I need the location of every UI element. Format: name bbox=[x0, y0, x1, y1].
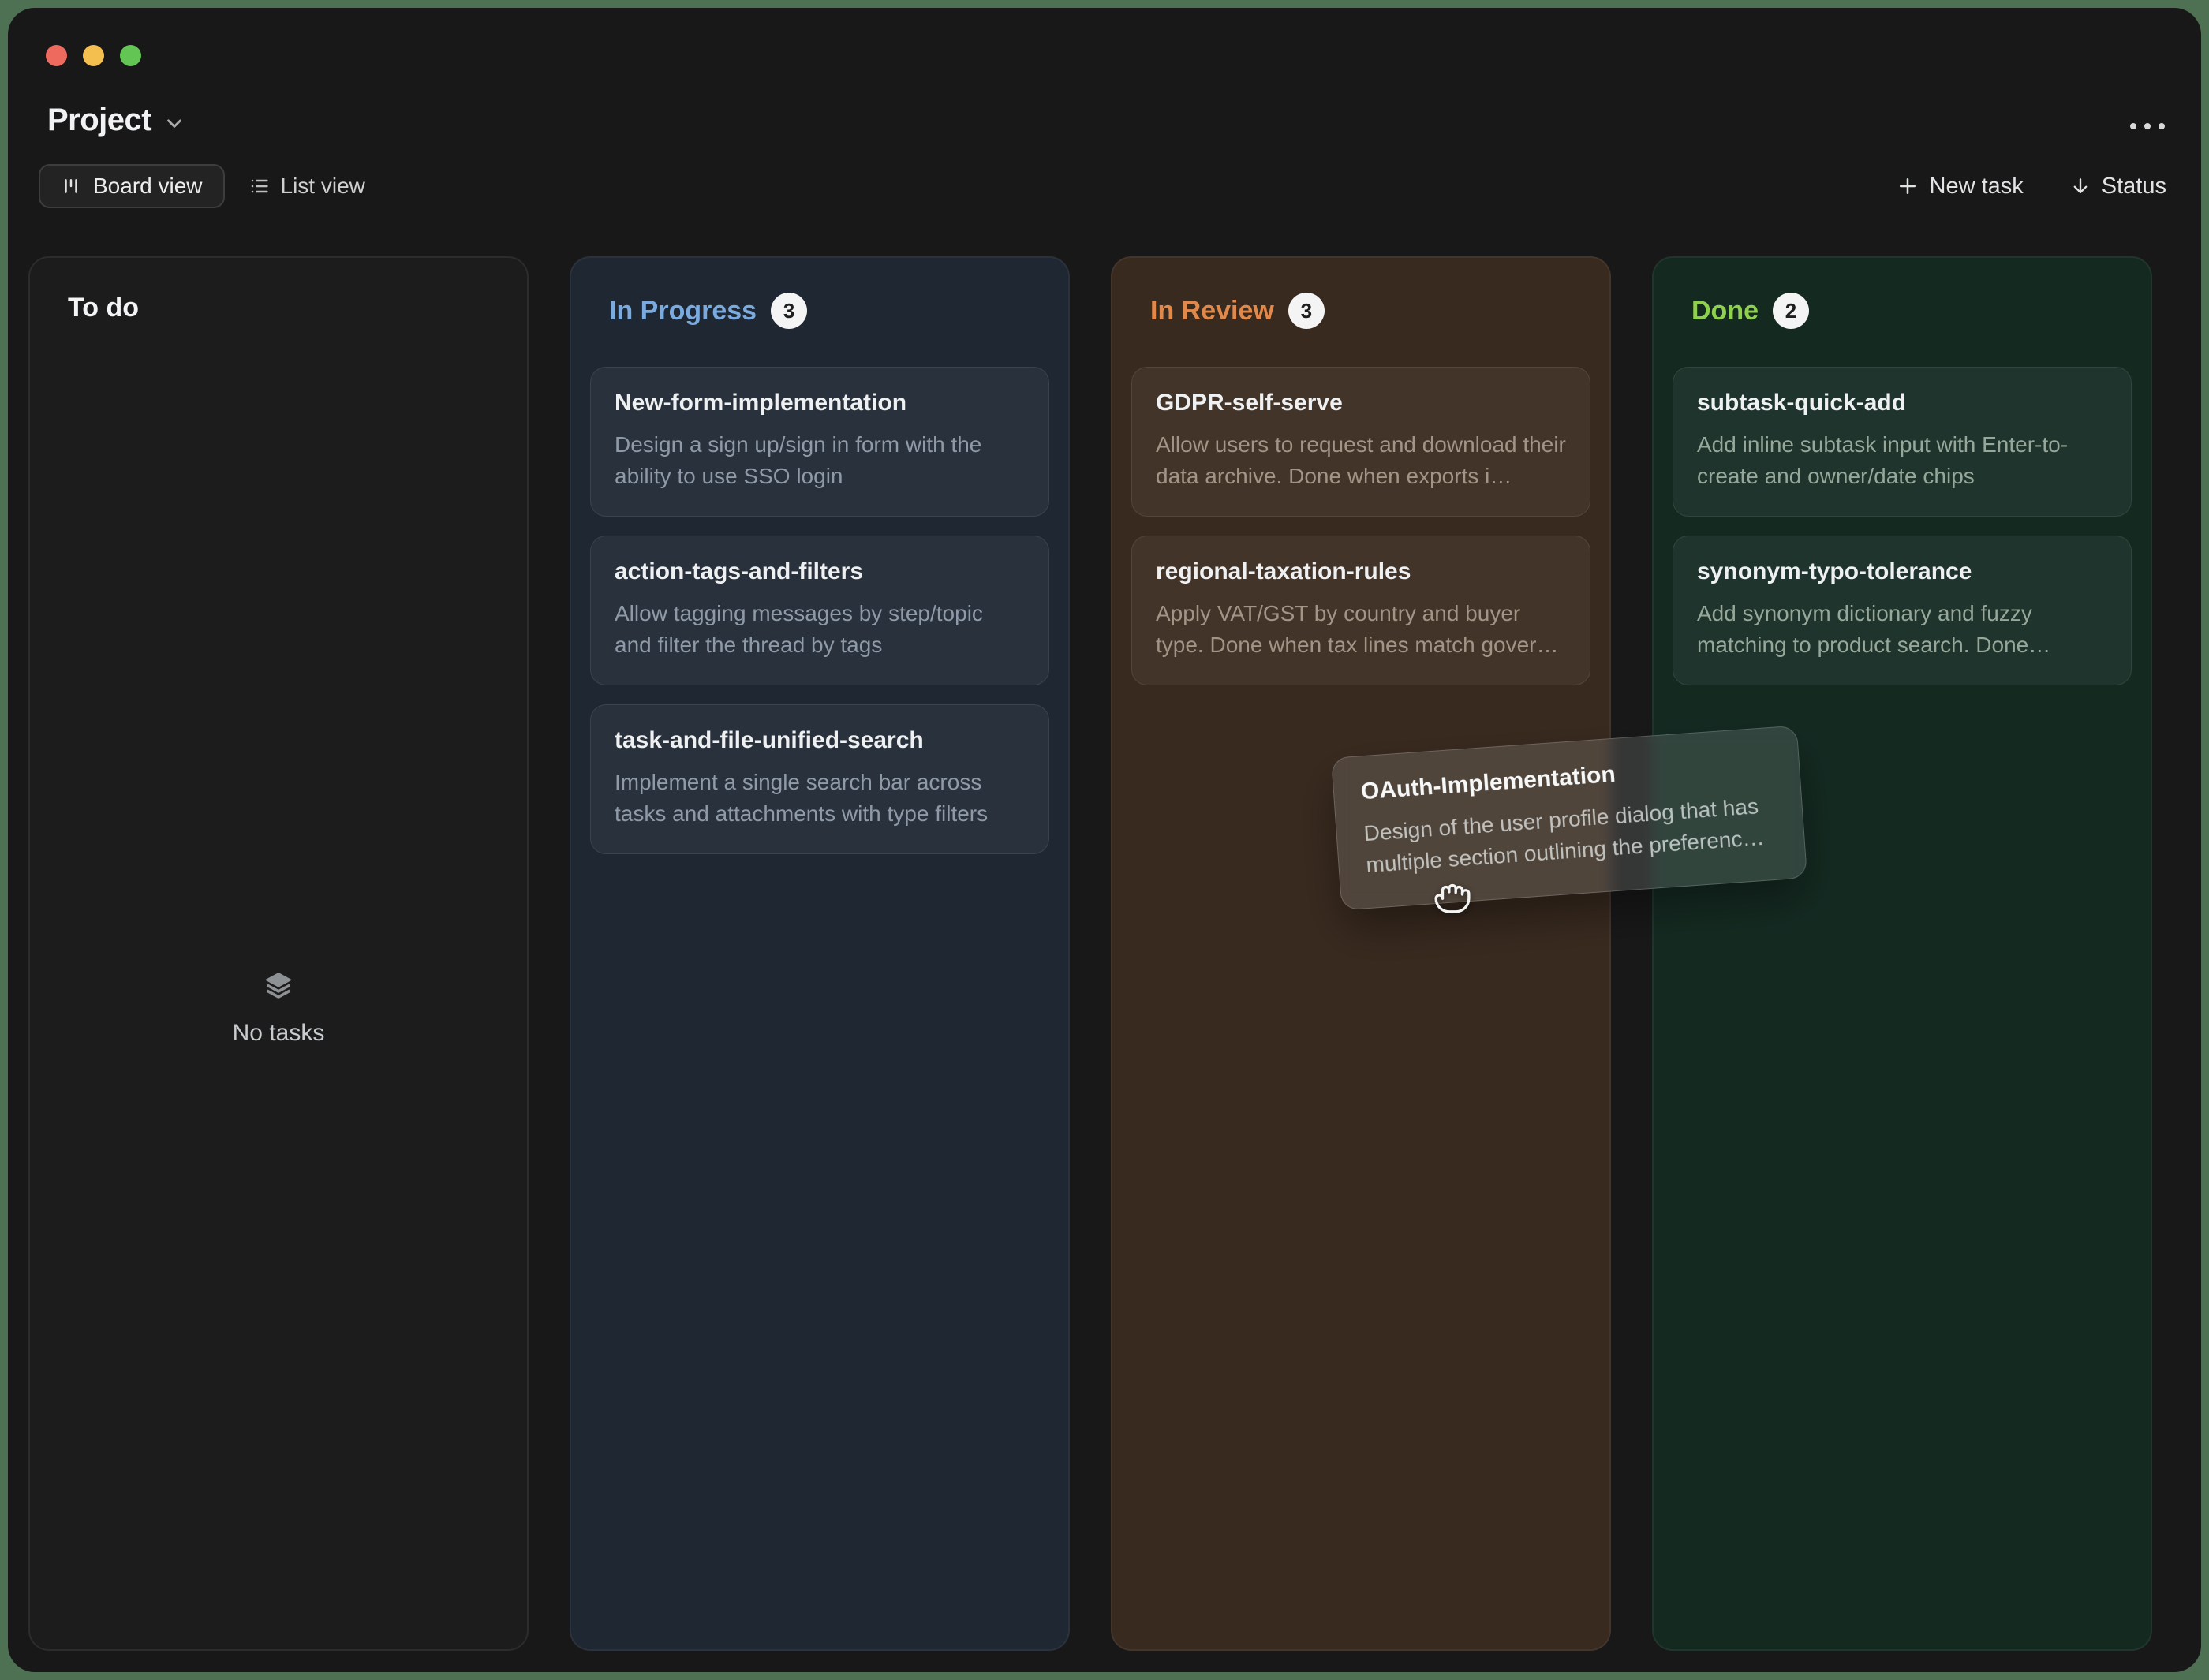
count-badge: 3 bbox=[1288, 293, 1325, 329]
dragging-task-card[interactable]: OAuth-Implementation Design of the user … bbox=[1331, 726, 1807, 911]
card-description: Add inline subtask input with Enter-to-c… bbox=[1697, 429, 2107, 492]
new-task-label: New task bbox=[1930, 174, 2024, 200]
task-card[interactable]: New-form-implementation Design a sign up… bbox=[590, 367, 1049, 517]
window-controls bbox=[46, 45, 141, 66]
status-label: Status bbox=[2102, 174, 2166, 200]
new-task-button[interactable]: New task bbox=[1896, 174, 2024, 200]
card-description: Allow tagging messages by step/topic and… bbox=[615, 598, 1025, 661]
zoom-button[interactable] bbox=[120, 45, 141, 66]
board-view-label: Board view bbox=[93, 174, 203, 199]
card-title: regional-taxation-rules bbox=[1156, 558, 1566, 585]
column-header: Done 2 bbox=[1654, 258, 2151, 329]
chevron-down-icon bbox=[163, 111, 186, 135]
more-menu-button[interactable] bbox=[2130, 123, 2165, 129]
card-description: Design of the user profile dialog that h… bbox=[1362, 790, 1777, 881]
layers-icon bbox=[260, 968, 297, 1004]
task-card[interactable]: action-tags-and-filters Allow tagging me… bbox=[590, 536, 1049, 685]
ellipsis-icon bbox=[2159, 123, 2165, 129]
toolbar-actions: New task Status bbox=[1896, 174, 2166, 200]
status-sort-button[interactable]: Status bbox=[2069, 174, 2166, 200]
card-description: Apply VAT/GST by country and buyer type.… bbox=[1156, 598, 1566, 661]
column-title: Done bbox=[1691, 296, 1759, 327]
column-title: To do bbox=[68, 293, 139, 323]
empty-state: No tasks bbox=[30, 968, 527, 1047]
card-list: New-form-implementation Design a sign up… bbox=[571, 367, 1068, 854]
column-done: Done 2 subtask-quick-add Add inline subt… bbox=[1652, 256, 2152, 1651]
card-title: synonym-typo-tolerance bbox=[1697, 558, 2107, 585]
card-list: GDPR-self-serve Allow users to request a… bbox=[1112, 367, 1609, 685]
list-icon bbox=[249, 175, 271, 197]
column-header: To do bbox=[30, 258, 527, 323]
count-badge: 2 bbox=[1773, 293, 1809, 329]
empty-label: No tasks bbox=[233, 1020, 325, 1047]
view-toggles: Board view List view bbox=[39, 164, 372, 208]
card-title: action-tags-and-filters bbox=[615, 558, 1025, 585]
card-description: Allow users to request and download thei… bbox=[1156, 429, 1566, 492]
card-title: New-form-implementation bbox=[615, 390, 1025, 416]
card-title: subtask-quick-add bbox=[1697, 390, 2107, 416]
card-list: subtask-quick-add Add inline subtask inp… bbox=[1654, 367, 2151, 685]
plus-icon bbox=[1896, 174, 1919, 198]
column-title: In Progress bbox=[609, 296, 757, 327]
column-todo: To do No tasks bbox=[28, 256, 529, 1651]
card-description: Implement a single search bar across tas… bbox=[615, 767, 1025, 830]
project-switcher[interactable]: Project bbox=[47, 103, 186, 138]
ellipsis-icon bbox=[2144, 123, 2151, 129]
card-title: GDPR-self-serve bbox=[1156, 390, 1566, 416]
arrow-down-icon bbox=[2069, 175, 2091, 197]
task-card[interactable]: regional-taxation-rules Apply VAT/GST by… bbox=[1131, 536, 1590, 685]
page-title: Project bbox=[47, 103, 151, 138]
list-view-label: List view bbox=[281, 174, 365, 199]
minimize-button[interactable] bbox=[83, 45, 104, 66]
kanban-board: To do No tasks In Progress 3 bbox=[28, 256, 2152, 1651]
card-description: Design a sign up/sign in form with the a… bbox=[615, 429, 1025, 492]
task-card[interactable]: subtask-quick-add Add inline subtask inp… bbox=[1673, 367, 2132, 517]
toolbar: Board view List view New bbox=[39, 162, 2166, 210]
list-view-button[interactable]: List view bbox=[242, 174, 372, 199]
column-header: In Review 3 bbox=[1112, 258, 1609, 329]
column-in-progress: In Progress 3 New-form-implementation De… bbox=[570, 256, 1070, 1651]
card-title: task-and-file-unified-search bbox=[615, 727, 1025, 754]
column-title: In Review bbox=[1150, 296, 1274, 327]
count-badge: 3 bbox=[771, 293, 807, 329]
app-window: Project Board view bbox=[8, 8, 2201, 1672]
task-card[interactable]: GDPR-self-serve Allow users to request a… bbox=[1131, 367, 1590, 517]
close-button[interactable] bbox=[46, 45, 67, 66]
kanban-board-icon bbox=[61, 176, 81, 196]
column-header: In Progress 3 bbox=[571, 258, 1068, 329]
task-card[interactable]: task-and-file-unified-search Implement a… bbox=[590, 704, 1049, 854]
grabbing-cursor-icon bbox=[1433, 875, 1472, 915]
card-description: Add synonym dictionary and fuzzy matchin… bbox=[1697, 598, 2107, 661]
task-card[interactable]: synonym-typo-tolerance Add synonym dicti… bbox=[1673, 536, 2132, 685]
ellipsis-icon bbox=[2130, 123, 2136, 129]
column-in-review: In Review 3 GDPR-self-serve Allow users … bbox=[1111, 256, 1611, 1651]
board-view-button[interactable]: Board view bbox=[39, 164, 225, 208]
